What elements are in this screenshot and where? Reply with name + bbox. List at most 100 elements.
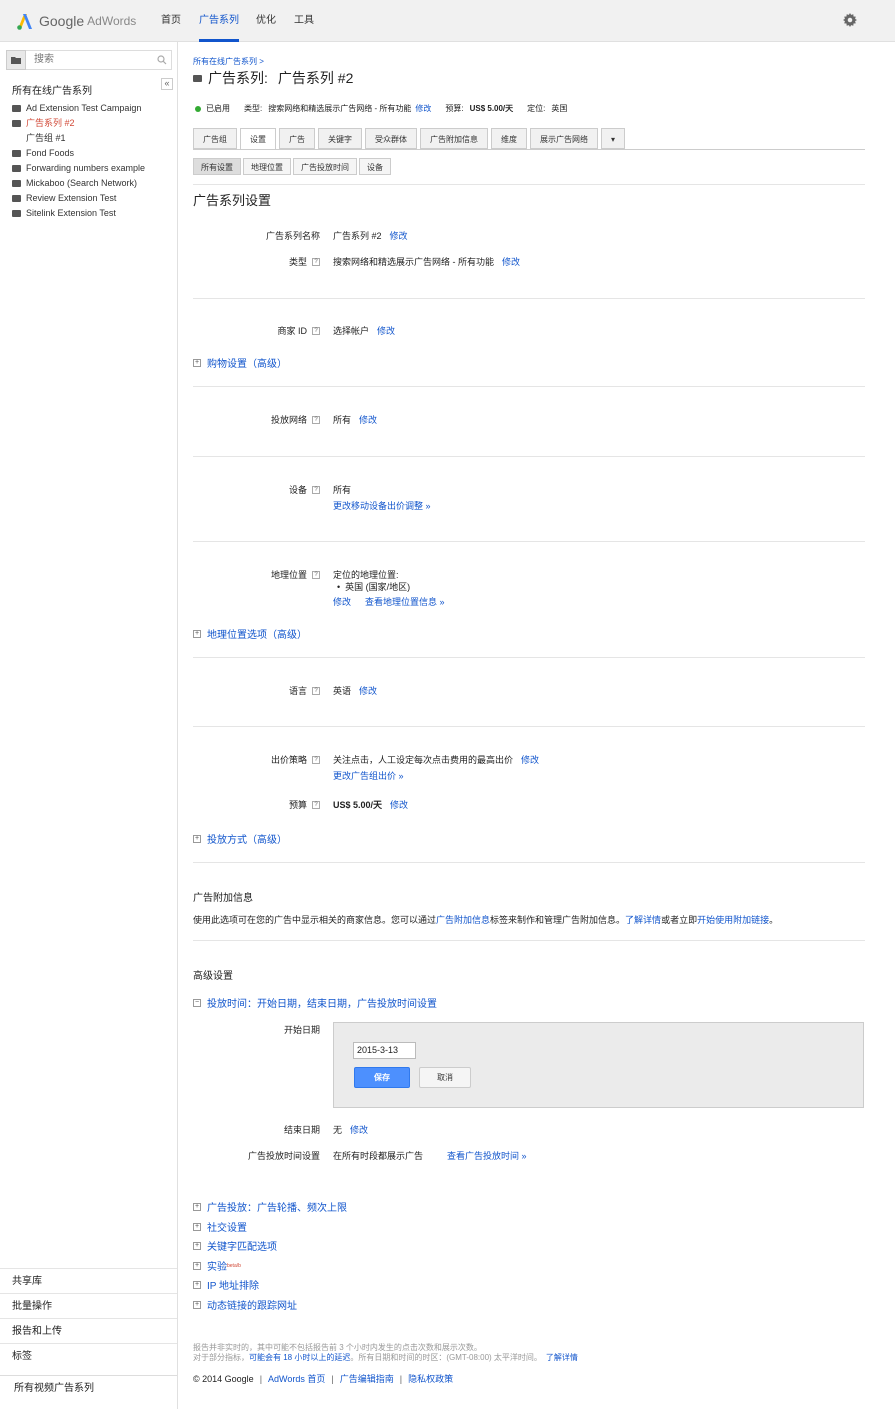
help-icon[interactable]: ? [312, 755, 320, 764]
tab-4[interactable]: 受众群体 [365, 128, 417, 149]
ad-extensions-tab-link[interactable]: 广告附加信息 [436, 915, 490, 925]
bid-strategy-edit-link[interactable]: 修改 [521, 755, 539, 765]
tab-2[interactable]: 广告 [279, 128, 315, 149]
collapse-sidebar-button[interactable]: « [161, 78, 173, 90]
all-campaigns-link[interactable]: 所有在线广告系列 [12, 82, 92, 97]
subtab-3[interactable]: 设备 [359, 158, 391, 175]
start-sitelinks-link[interactable]: 开始使用附加链接 [697, 915, 769, 925]
divider [193, 541, 865, 542]
sidebar-bulk-operations[interactable]: 批量操作 [0, 1293, 177, 1318]
tab-0[interactable]: 广告组 [193, 128, 237, 149]
end-date-edit-link[interactable]: 修改 [350, 1125, 368, 1135]
footer-learn-more-link[interactable]: 了解详情 [546, 1353, 578, 1362]
budget-edit-link[interactable]: 修改 [390, 800, 408, 810]
tree-campaign-item[interactable]: Ad Extension Test Campaign [12, 101, 145, 116]
language-edit-link[interactable]: 修改 [359, 686, 377, 696]
type-label: 类型: [244, 104, 263, 113]
help-icon[interactable]: ? [312, 485, 320, 494]
adwords-logo[interactable]: Google AdWords [16, 11, 136, 31]
view-ad-schedule-link[interactable]: 查看广告投放时间 » [447, 1151, 527, 1161]
page-title: 广告系列: 广告系列 #2 [193, 68, 353, 88]
help-icon[interactable]: ? [312, 326, 320, 335]
tab-5[interactable]: 广告附加信息 [420, 128, 488, 149]
delivery-method-expander[interactable]: + 投放方式（高级） [193, 831, 287, 846]
cancel-button[interactable]: 取消 [419, 1067, 471, 1088]
tree-campaign-item[interactable]: Forwarding numbers example [12, 161, 145, 176]
help-icon[interactable]: ? [312, 686, 320, 695]
tab-3[interactable]: 关键字 [318, 128, 362, 149]
status-dot-icon [195, 105, 201, 112]
location-heading: 定位的地理位置: [333, 570, 399, 580]
search-placeholder: 搜索 [34, 54, 54, 65]
sidebar-shared-library[interactable]: 共享库 [0, 1268, 177, 1293]
status-badge[interactable]: 已启用 [206, 103, 230, 114]
expand-icon: + [193, 1202, 201, 1211]
sidebar-reports-uploads[interactable]: 报告和上传 [0, 1318, 177, 1343]
campaign-name-edit-link[interactable]: 修改 [390, 231, 408, 241]
tab-6[interactable]: 维度 [491, 128, 527, 149]
tree-campaign-item[interactable]: Fond Foods [12, 146, 145, 161]
campaign-type-edit-link[interactable]: 修改 [502, 257, 520, 267]
change-adgroup-bid-link[interactable]: 更改广告组出价 » [333, 771, 404, 781]
sidebar-labels[interactable]: 标签 [0, 1343, 177, 1368]
search-input[interactable]: 搜索 [26, 50, 172, 70]
ad-extensions-description: 使用此选项可在您的广告中显示相关的商家信息。您可以通过广告附加信息标签来制作和管… [193, 915, 779, 925]
tab-1[interactable]: 设置 [240, 128, 276, 150]
search-icon[interactable] [157, 55, 167, 65]
tracking-url-expander[interactable]: + 动态链接的跟踪网址 [193, 1297, 297, 1312]
networks-edit-link[interactable]: 修改 [359, 415, 377, 425]
campaign-icon [12, 105, 21, 112]
logo-adwords-text: AdWords [87, 14, 137, 28]
keyword-match-expander[interactable]: + 关键字匹配选项 [193, 1238, 277, 1253]
learn-more-link[interactable]: 了解详情 [625, 915, 661, 925]
settings-subtabs: 所有设置 地理位置 广告投放时间 设备 [193, 158, 393, 175]
merchant-edit-link[interactable]: 修改 [377, 326, 395, 336]
help-icon[interactable]: ? [312, 570, 320, 579]
subtab-2[interactable]: 广告投放时间 [293, 158, 357, 175]
delay-link[interactable]: 可能会有 18 小时以上的延迟 [249, 1353, 350, 1362]
experiment-expander[interactable]: + 实验 beta/b [193, 1258, 241, 1273]
mobile-bid-adjust-link[interactable]: 更改移动设备出价调整 » [333, 501, 431, 511]
view-location-link[interactable]: 查看地理位置信息 » [365, 597, 445, 607]
ip-exclusion-expander[interactable]: + IP 地址排除 [193, 1277, 259, 1292]
breadcrumb[interactable]: 所有在线广告系列 > [193, 56, 264, 67]
nav-tools[interactable]: 工具 [294, 0, 314, 42]
start-date-editor: 2015-3-13 保存 取消 [333, 1022, 864, 1108]
shopping-settings-expander[interactable]: + 购物设置（高级） [193, 355, 287, 370]
sidebar-video-campaigns[interactable]: 所有视频广告系列 [0, 1375, 177, 1400]
tree-item-label: Fond Foods [26, 148, 75, 158]
help-icon[interactable]: ? [312, 800, 320, 809]
tree-item-label: Ad Extension Test Campaign [26, 103, 142, 113]
tab-8[interactable]: ▾ [601, 128, 626, 149]
nav-home[interactable]: 首页 [161, 0, 181, 42]
schedule-expander[interactable]: − 投放时间：开始日期，结束日期，广告投放时间设置 [193, 995, 437, 1010]
save-button[interactable]: 保存 [354, 1067, 410, 1088]
subtab-1[interactable]: 地理位置 [243, 158, 291, 175]
ad-delivery-expander[interactable]: + 广告投放：广告轮播、频次上限 [193, 1199, 347, 1214]
nav-optimize[interactable]: 优化 [256, 0, 276, 42]
page-title-name: 广告系列 #2 [277, 70, 354, 86]
editorial-guidelines-link[interactable]: 广告编辑指南 [340, 1374, 394, 1384]
help-icon[interactable]: ? [312, 257, 320, 266]
status-type-edit-link[interactable]: 修改 [415, 103, 431, 114]
gear-icon[interactable] [843, 13, 857, 27]
folder-icon[interactable] [6, 50, 26, 70]
adwords-home-link[interactable]: AdWords 首页 [268, 1374, 325, 1384]
tree-campaign-item[interactable]: Mickaboo (Search Network) [12, 176, 145, 191]
subtab-0[interactable]: 所有设置 [193, 158, 241, 175]
expand-icon: + [193, 1241, 201, 1250]
merchant-label: 商家 ID? [277, 324, 320, 337]
tree-adgroup-item[interactable]: 广告组 #1 [12, 131, 145, 146]
location-options-expander[interactable]: + 地理位置选项（高级） [193, 626, 307, 641]
help-icon[interactable]: ? [312, 415, 320, 424]
tree-campaign-item[interactable]: 广告系列 #2 [12, 116, 145, 131]
tab-7[interactable]: 展示广告网络 [530, 128, 598, 149]
page-title-prefix: 广告系列: [208, 70, 268, 86]
location-edit-link[interactable]: 修改 [333, 597, 351, 607]
privacy-policy-link[interactable]: 隐私权政策 [408, 1374, 453, 1384]
start-date-input[interactable]: 2015-3-13 [353, 1042, 416, 1059]
tree-campaign-item[interactable]: Review Extension Test [12, 191, 145, 206]
tree-campaign-item[interactable]: Sitelink Extension Test [12, 206, 145, 221]
social-settings-expander[interactable]: + 社交设置 [193, 1219, 247, 1234]
nav-campaigns[interactable]: 广告系列 [199, 0, 239, 42]
